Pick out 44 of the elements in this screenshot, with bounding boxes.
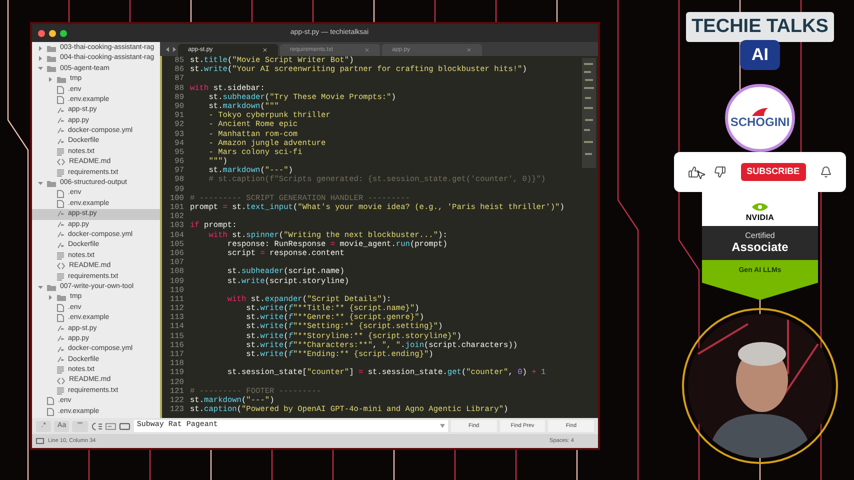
code-file-icon xyxy=(57,138,64,146)
minimize-button[interactable] xyxy=(49,30,56,36)
text-file-icon xyxy=(57,387,64,396)
code-file-icon xyxy=(57,324,64,333)
text-file-icon xyxy=(57,252,64,260)
close-button[interactable] xyxy=(38,30,45,36)
caret-icon xyxy=(38,180,43,186)
markup-file-icon xyxy=(57,158,65,166)
fin-icon xyxy=(752,108,768,116)
brand-title: TECHIE TALKS xyxy=(686,12,834,42)
code-file-icon xyxy=(57,106,64,115)
text-file-icon xyxy=(57,148,64,156)
code-file-icon xyxy=(57,242,64,250)
code-file-icon xyxy=(57,335,64,344)
mouse-pointer-icon xyxy=(696,170,706,180)
dislike-icon[interactable] xyxy=(714,166,726,178)
maximize-button[interactable] xyxy=(60,30,67,36)
code-file-icon xyxy=(57,346,64,354)
text-file-icon xyxy=(57,366,64,374)
code-file-icon xyxy=(57,116,64,125)
markup-file-icon xyxy=(57,376,65,385)
code-file-icon xyxy=(57,210,64,218)
brand-badge: AI xyxy=(740,40,780,70)
notification-bell-icon[interactable] xyxy=(820,166,832,178)
like-icon[interactable] xyxy=(688,166,700,178)
text-file-icon xyxy=(57,168,64,177)
code-file-icon xyxy=(57,231,64,240)
code-file-icon xyxy=(57,356,64,364)
vendor-eye-icon xyxy=(751,202,769,212)
certification-level: Associate xyxy=(732,240,788,254)
highlight-icon[interactable] xyxy=(119,422,131,430)
wrap-icon[interactable] xyxy=(90,422,102,430)
dropdown-icon[interactable] xyxy=(440,424,446,428)
markup-file-icon xyxy=(57,262,65,270)
selection-icon[interactable] xyxy=(105,422,116,430)
logo-text: SCHOGINI xyxy=(730,116,790,128)
certification-label: Certified xyxy=(745,232,775,240)
folder-icon xyxy=(47,180,56,187)
panel-icon[interactable] xyxy=(36,438,44,444)
code-file-icon xyxy=(57,127,64,136)
text-file-icon xyxy=(57,272,64,281)
vendor-name: NVIDIA xyxy=(746,212,774,224)
code-file-icon xyxy=(57,220,64,229)
subscribe-button[interactable]: SUBSCRIBE xyxy=(740,163,806,181)
